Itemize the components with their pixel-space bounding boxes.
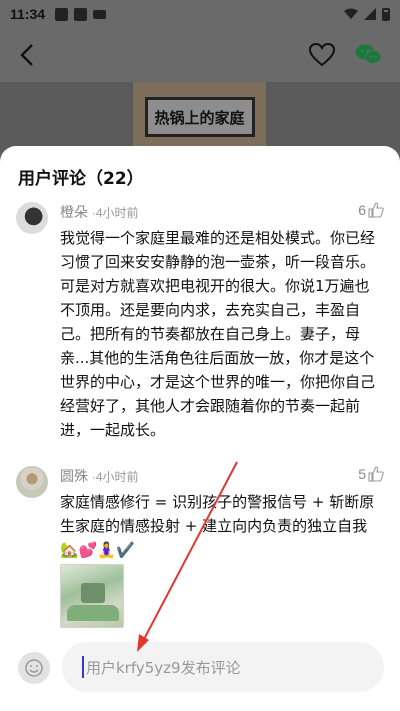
comment-time: ·4小时前 (91, 470, 139, 484)
comment-input[interactable]: 用户krfy5yz9发布评论 (62, 642, 384, 692)
nav-actions (308, 42, 382, 68)
comment-text: 我觉得一个家庭里最难的还是相处模式。你已经习惯了回来安安静静的泡一壶茶，听一段音… (60, 229, 376, 439)
notification-icon (55, 7, 69, 21)
emoji-icon[interactable] (18, 652, 50, 684)
comments-title: 用户评论（22） (18, 169, 144, 189)
comment-attachment-image[interactable] (60, 564, 124, 628)
like-button[interactable]: 5 (358, 466, 384, 482)
image-icon (74, 7, 88, 21)
avatar[interactable] (16, 466, 48, 498)
like-button[interactable]: 6 (358, 202, 384, 218)
cover-sign-text: 热锅上的家庭 (154, 108, 245, 127)
battery-icon (382, 7, 390, 21)
keyboard-icon (93, 9, 107, 19)
comment-username[interactable]: 圆殊 (60, 468, 88, 484)
status-time: 11:34 (10, 6, 46, 22)
avatar[interactable] (16, 202, 48, 234)
comment-input-placeholder: 用户krfy5yz9发布评论 (86, 658, 241, 677)
cover-sign: 热锅上的家庭 (144, 97, 255, 137)
signal-icon (364, 8, 376, 20)
comment-username[interactable]: 橙朵 (60, 204, 88, 220)
article-cover: 热锅上的家庭 (0, 82, 400, 152)
comment-emojis: 🏡💕🧘‍♀️✔️ (60, 541, 135, 559)
comment-time: ·4小时前 (91, 206, 139, 220)
status-bar: 11:34 (0, 0, 400, 28)
like-count: 5 (358, 466, 366, 482)
wifi-icon (344, 8, 358, 19)
back-arrow-icon[interactable] (18, 43, 38, 67)
comment-text: 家庭情感修行 = 识别孩子的警报信号 + 斩断原生家庭的情感投射 + 建立向内负… (60, 493, 375, 535)
thumbs-up-icon[interactable] (368, 202, 384, 218)
article-top-nav (0, 28, 400, 82)
text-caret (82, 656, 84, 678)
like-count: 6 (358, 202, 366, 218)
comment-input-bar: 用户krfy5yz9发布评论 (0, 640, 400, 711)
status-right-icons (344, 7, 390, 21)
comment-header: 圆殊 ·4小时前 (60, 466, 139, 486)
heart-icon[interactable] (308, 42, 336, 68)
comment-header: 橙朵 ·4小时前 (60, 202, 139, 222)
status-left-icons (55, 7, 107, 21)
wechat-share-icon[interactable] (354, 42, 382, 68)
comments-sheet: 用户评论（22） 橙朵 ·4小时前 6 我觉得一个家庭里最难的还是相处模式。你已… (0, 146, 400, 711)
thumbs-up-icon[interactable] (368, 466, 384, 482)
cover-image: 热锅上的家庭 (133, 82, 266, 152)
